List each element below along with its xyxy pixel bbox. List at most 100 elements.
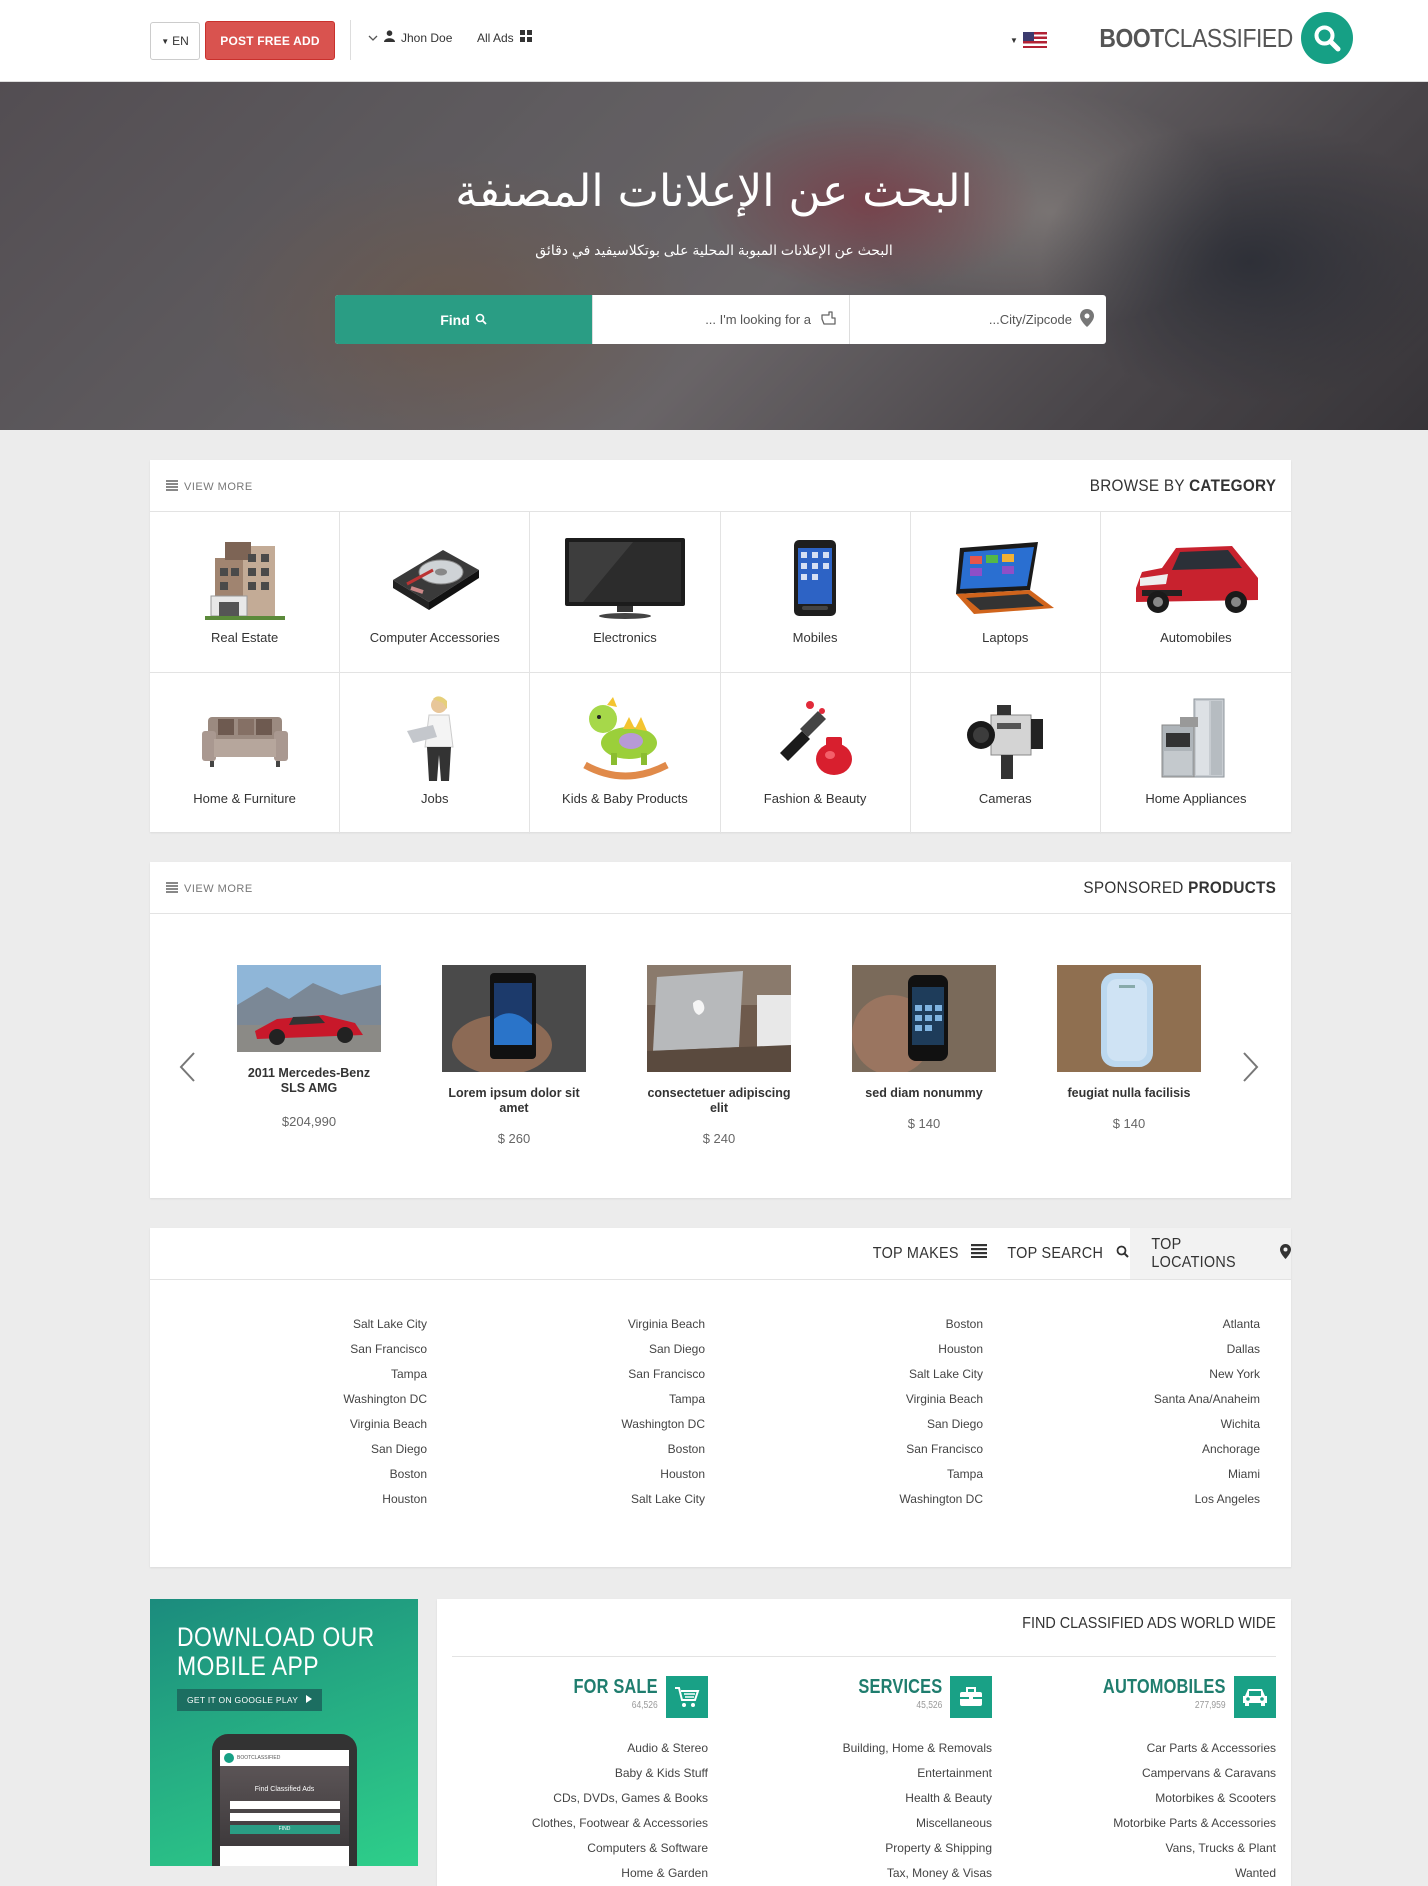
- location-link[interactable]: Salt Lake City: [560, 1487, 705, 1512]
- location-link[interactable]: Houston: [560, 1462, 705, 1487]
- product-card[interactable]: feugiat nulla facilisis $ 140: [1057, 965, 1201, 1131]
- subcategory-link[interactable]: CDs, DVDs, Games & Books: [500, 1786, 708, 1811]
- category-computer-accessories[interactable]: Computer Accessories: [340, 512, 531, 673]
- subcategory-link[interactable]: Miscellaneous: [785, 1811, 992, 1836]
- location-link[interactable]: San Diego: [840, 1412, 983, 1437]
- category-real-estate[interactable]: Real Estate: [150, 512, 341, 673]
- location-link[interactable]: San Diego: [560, 1337, 705, 1362]
- location-link[interactable]: Anchorage: [1120, 1437, 1260, 1462]
- view-more-link[interactable]: VIEW MORE: [166, 480, 253, 494]
- subcategory-link[interactable]: Wanted: [1070, 1861, 1276, 1886]
- location-link[interactable]: Miami: [1120, 1462, 1260, 1487]
- subcategory-link[interactable]: Audio & Stereo: [500, 1736, 708, 1761]
- location-link[interactable]: San Francisco: [840, 1437, 983, 1462]
- subcategory-link[interactable]: Baby & Kids Stuff: [500, 1761, 708, 1786]
- location-link[interactable]: Washington DC: [840, 1487, 983, 1512]
- category-electronics[interactable]: Electronics: [530, 512, 721, 673]
- product-card[interactable]: consectetuer adipiscing elit $ 240: [647, 965, 791, 1146]
- tab-top-makes[interactable]: TOP MAKES: [868, 1228, 988, 1279]
- category-mobiles[interactable]: Mobiles: [720, 512, 911, 673]
- find-button[interactable]: Find: [335, 295, 592, 344]
- country-dropdown[interactable]: ▼: [1010, 32, 1047, 48]
- search-logo-icon: [224, 1753, 234, 1763]
- category-fashion-beauty[interactable]: Fashion & Beauty: [721, 673, 911, 834]
- column-title[interactable]: AUTOMOBILES: [1103, 1676, 1226, 1699]
- location-link[interactable]: Salt Lake City: [840, 1362, 983, 1387]
- location-link[interactable]: Wichita: [1120, 1412, 1260, 1437]
- phone-screen: BOOTCLASSIFIED Find Classified Ads FIND: [220, 1750, 349, 1866]
- category-home-furniture[interactable]: Home & Furniture: [150, 673, 341, 834]
- column-title[interactable]: SERVICES: [858, 1676, 942, 1699]
- tab-top-locations[interactable]: TOP LOCATIONS: [1130, 1228, 1291, 1279]
- subcategory-link[interactable]: Health & Beauty: [785, 1786, 992, 1811]
- location-link[interactable]: Boston: [560, 1437, 705, 1462]
- subcategory-link[interactable]: Entertainment: [785, 1761, 992, 1786]
- subcategory-link[interactable]: Property & Shipping: [785, 1836, 992, 1861]
- location-link[interactable]: San Diego: [280, 1437, 427, 1462]
- location-link[interactable]: Houston: [280, 1487, 427, 1512]
- tab-top-search[interactable]: TOP SEARCH: [1002, 1228, 1130, 1279]
- keyword-input[interactable]: [611, 312, 811, 327]
- location-link[interactable]: Atlanta: [1120, 1312, 1260, 1337]
- subcategory-link[interactable]: Campervans & Caravans: [1070, 1761, 1276, 1786]
- location-link[interactable]: San Francisco: [280, 1337, 427, 1362]
- location-link[interactable]: Boston: [280, 1462, 427, 1487]
- location-link[interactable]: Dallas: [1120, 1337, 1260, 1362]
- category-label: Real Estate: [210, 630, 279, 645]
- category-label: Automobiles: [1160, 630, 1232, 645]
- product-price: $ 260: [497, 1131, 531, 1146]
- location-link[interactable]: Santa Ana/Anaheim: [1120, 1387, 1260, 1412]
- category-label: Jobs: [421, 791, 449, 806]
- product-title: Lorem ipsum dolor sit amet: [448, 1086, 580, 1115]
- location-link[interactable]: Tampa: [280, 1362, 427, 1387]
- subcategory-link[interactable]: Car Parts & Accessories: [1070, 1736, 1276, 1761]
- hard-drive-icon: [365, 530, 505, 626]
- product-card[interactable]: sed diam nonummy $ 140: [852, 965, 996, 1131]
- product-card[interactable]: 2011 Mercedes-Benz SLS AMG $204,990: [237, 965, 381, 1129]
- location-link[interactable]: Los Angeles: [1120, 1487, 1260, 1512]
- location-link[interactable]: Tampa: [840, 1462, 983, 1487]
- location-link[interactable]: Boston: [840, 1312, 983, 1337]
- location-link[interactable]: Houston: [840, 1337, 983, 1362]
- category-home-appliances[interactable]: Home Appliances: [1101, 673, 1291, 834]
- view-more-link[interactable]: VIEW MORE: [166, 882, 253, 896]
- mobile-app-promo[interactable]: DOWNLOAD OUR MOBILE APP GET IT ON GOOGLE…: [150, 1599, 418, 1866]
- post-free-ad-button[interactable]: POST FREE ADD: [205, 21, 335, 60]
- location-link[interactable]: San Francisco: [560, 1362, 705, 1387]
- product-image: [237, 965, 381, 1072]
- location-link[interactable]: Washington DC: [280, 1387, 427, 1412]
- product-card[interactable]: Lorem ipsum dolor sit amet $ 260: [442, 965, 586, 1146]
- category-jobs[interactable]: Jobs: [340, 673, 531, 834]
- location-link[interactable]: Tampa: [560, 1387, 705, 1412]
- subcategory-link[interactable]: Building, Home & Removals: [785, 1736, 992, 1761]
- subcategory-link[interactable]: Clothes, Footwear & Accessories: [500, 1811, 708, 1836]
- language-dropdown[interactable]: ▼ EN: [150, 22, 200, 60]
- location-link[interactable]: New York: [1120, 1362, 1260, 1387]
- subcategory-link[interactable]: Computers & Software: [500, 1836, 708, 1861]
- category-laptops[interactable]: Laptops: [910, 512, 1101, 673]
- product-price: $204,990: [281, 1114, 337, 1129]
- subcategory-link[interactable]: Motorbikes & Scooters: [1070, 1786, 1276, 1811]
- column-title[interactable]: FOR SALE: [574, 1676, 658, 1699]
- location-link[interactable]: Virginia Beach: [560, 1312, 705, 1337]
- subcategory-link[interactable]: Tax, Money & Visas: [785, 1861, 992, 1886]
- location-link[interactable]: Virginia Beach: [840, 1387, 983, 1412]
- location-link[interactable]: Virginia Beach: [280, 1412, 427, 1437]
- subcategory-link[interactable]: Motorbike Parts & Accessories: [1070, 1811, 1276, 1836]
- user-menu[interactable]: Jhon Doe: [368, 30, 452, 45]
- carousel-next-arrow[interactable]: [1242, 1048, 1260, 1093]
- all-ads-link[interactable]: All Ads: [477, 30, 532, 45]
- category-label: Mobiles: [792, 630, 838, 645]
- carousel-prev-arrow[interactable]: [178, 1048, 196, 1093]
- cart-icon: [666, 1676, 708, 1718]
- location-input[interactable]: [872, 312, 1072, 327]
- category-kids-baby-products[interactable]: Kids & Baby Products: [530, 673, 721, 834]
- category-cameras[interactable]: Cameras: [911, 673, 1101, 834]
- location-link[interactable]: Salt Lake City: [280, 1312, 427, 1337]
- google-play-button[interactable]: GET IT ON GOOGLE PLAY: [177, 1689, 323, 1711]
- category-automobiles[interactable]: Automobiles: [1100, 512, 1291, 673]
- subcategory-link[interactable]: Vans, Trucks & Plant: [1070, 1836, 1277, 1861]
- subcategory-link[interactable]: Home & Garden: [500, 1861, 708, 1886]
- location-link[interactable]: Washington DC: [560, 1412, 705, 1437]
- site-logo[interactable]: BOOTCLASSIFIED: [1073, 12, 1353, 64]
